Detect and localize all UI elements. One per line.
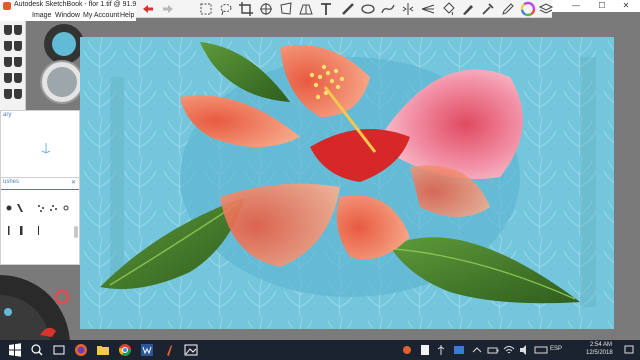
ruler-icon[interactable]	[340, 1, 356, 17]
brush-pen-icon[interactable]	[14, 25, 22, 35]
power-icon[interactable]	[486, 343, 500, 357]
crop-icon[interactable]	[238, 1, 254, 17]
lasso-icon[interactable]	[218, 1, 234, 17]
artwork	[80, 37, 614, 329]
maximize-button[interactable]: ☐	[590, 0, 614, 12]
brush-size-indicator	[47, 67, 77, 97]
search-icon[interactable]	[30, 343, 44, 357]
brushes-panel-title: ushes	[3, 179, 20, 185]
layers-icon[interactable]	[538, 1, 554, 17]
chevron-up-icon[interactable]	[470, 343, 484, 357]
menu-my-account[interactable]: My Account	[83, 12, 119, 19]
file-explorer-icon[interactable]	[96, 343, 110, 357]
lagoon-swatch-icon[interactable]	[4, 308, 12, 316]
library-panel-title: ary	[3, 112, 12, 118]
brush-chisel-icon[interactable]	[14, 57, 22, 67]
clock-date[interactable]: 12/5/2018	[586, 350, 613, 356]
app-logo-icon	[3, 2, 11, 10]
menu-help[interactable]: Help	[120, 12, 134, 19]
brush-preview-icon	[41, 143, 51, 154]
distort-icon[interactable]	[278, 1, 294, 17]
notifications-icon[interactable]	[622, 343, 636, 357]
perspective-grid-icon[interactable]	[298, 1, 314, 17]
taskbar: ESP 2:54 AM 12/5/2018	[0, 340, 640, 360]
brushes-panel: ushes ✕	[0, 177, 80, 265]
volume-icon[interactable]	[518, 343, 532, 357]
minimize-button[interactable]: —	[564, 0, 588, 12]
brush-pencil-icon[interactable]	[4, 25, 12, 35]
clock-time[interactable]: 2:54 AM	[590, 342, 612, 348]
brushes-scrollbar[interactable]	[74, 226, 78, 238]
input-language[interactable]: ESP	[550, 346, 562, 352]
panel-divider	[1, 189, 79, 190]
redo-icon[interactable]	[160, 1, 176, 17]
menu-bar: Image Window My Account Help	[0, 12, 136, 21]
brushes-panel-close-icon[interactable]: ✕	[71, 179, 76, 186]
brush-marker-icon[interactable]	[4, 41, 12, 51]
fill-icon[interactable]	[440, 1, 456, 17]
usb-icon[interactable]	[434, 343, 448, 357]
transform-icon[interactable]	[258, 1, 274, 17]
sketchbook-app: Autodesk SketchBook - flor 1.tif @ 91.9%…	[0, 0, 640, 360]
ellipse-icon[interactable]	[360, 1, 376, 17]
french-curve-icon[interactable]	[380, 1, 396, 17]
windows-start-icon[interactable]	[8, 343, 22, 357]
eyedropper-icon[interactable]	[480, 1, 496, 17]
chrome-icon[interactable]	[118, 343, 132, 357]
brush-smudge-icon[interactable]	[4, 89, 12, 99]
firefox-icon[interactable]	[74, 343, 88, 357]
brush-felt-icon[interactable]	[14, 73, 22, 83]
close-button[interactable]: ✕	[614, 0, 638, 12]
brush-airbrush-icon[interactable]	[14, 41, 22, 51]
brush-grid[interactable]	[3, 200, 77, 240]
main-toolbar	[136, 0, 554, 18]
current-color-swatch[interactable]	[52, 32, 76, 56]
brush-icon[interactable]	[460, 1, 476, 17]
lagoon-color-icon[interactable]	[54, 289, 70, 305]
task-view-icon[interactable]	[52, 343, 66, 357]
tray-app-icon[interactable]	[400, 343, 414, 357]
select-icon[interactable]	[198, 1, 214, 17]
tray-photo-icon[interactable]	[452, 343, 466, 357]
brush-library-panel: ary	[0, 110, 80, 178]
network-icon[interactable]	[502, 343, 516, 357]
tray-notes-icon[interactable]	[418, 343, 432, 357]
word-icon[interactable]	[140, 343, 154, 357]
brush-paint-icon[interactable]	[4, 57, 12, 67]
pen-icon[interactable]	[500, 1, 516, 17]
color-wheel-icon[interactable]	[520, 1, 536, 17]
window-title: Autodesk SketchBook - flor 1.tif @ 91.9%	[14, 1, 143, 8]
text-icon[interactable]	[318, 1, 334, 17]
lagoon-menu[interactable]	[0, 265, 90, 345]
photos-icon[interactable]	[184, 343, 198, 357]
drawing-canvas[interactable]	[80, 37, 614, 329]
keyboard-icon[interactable]	[534, 343, 548, 357]
sketchbook-taskbar-icon[interactable]	[162, 343, 176, 357]
undo-icon[interactable]	[140, 1, 156, 17]
brush-ink-icon[interactable]	[4, 73, 12, 83]
perspective-icon[interactable]	[420, 1, 436, 17]
menu-window[interactable]: Window	[55, 12, 80, 19]
symmetry-icon[interactable]	[400, 1, 416, 17]
menu-image[interactable]: Image	[32, 12, 51, 19]
brush-eraser-icon[interactable]	[14, 89, 22, 99]
brush-palette	[0, 21, 26, 111]
